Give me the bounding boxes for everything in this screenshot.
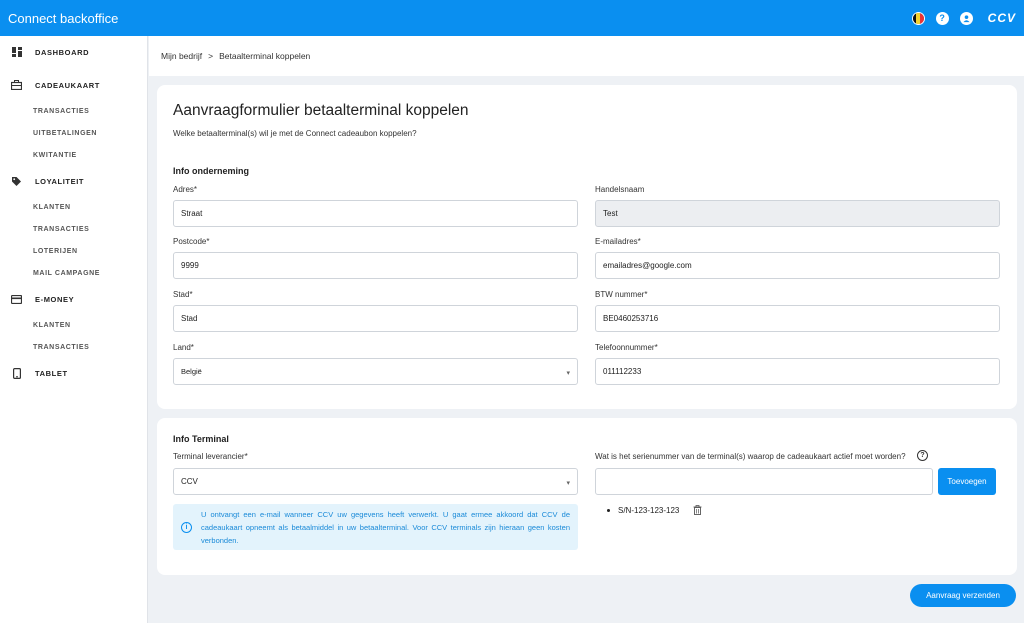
serial-label: Wat is het serienummer van de terminal(s… [595,452,906,461]
sidebar-item-label: LOYALITEIT [35,176,85,186]
page-title: Aanvraagformulier betaalterminal koppele… [173,102,469,119]
postcode-label: Postcode* [173,237,210,246]
sidebar-subitem-loyaliteit-klanten[interactable]: KLANTEN [0,196,147,218]
company-info-card: Aanvraagformulier betaalterminal koppele… [157,85,1017,409]
postcode-field[interactable]: 9999 [173,252,578,279]
sidebar-subitem-emoney-transacties[interactable]: TRANSACTIES [0,336,147,358]
breadcrumb-parent[interactable]: Mijn bedrijf [161,51,202,61]
stad-label: Stad* [173,290,193,299]
adres-label: Adres* [173,185,198,194]
handelsnaam-label: Handelsnaam [595,185,645,194]
help-icon[interactable]: ? [935,11,949,25]
sidebar-subitem-mail-campagne[interactable]: MAIL CAMPAGNE [0,262,147,284]
sidebar-item-label: E-MONEY [35,294,75,304]
serial-list-item: S/N-123-123-123 [607,505,702,515]
belgium-flag-icon[interactable] [911,11,925,25]
sidebar-subitem-loterijen[interactable]: LOTERIJEN [0,240,147,262]
land-select[interactable]: België ▾ [173,358,578,385]
email-label: E-mailadres* [595,237,641,246]
terminal-section-title: Info Terminal [173,434,229,444]
sidebar-subitem-uitbetalingen[interactable]: UITBETALINGEN [0,122,147,144]
tag-icon [11,176,22,187]
chevron-down-icon: ▾ [566,480,570,487]
stad-field[interactable]: Stad [173,305,578,332]
serial-input[interactable] [595,468,933,495]
breadcrumb: Mijn bedrijf > Betaalterminal koppelen [149,36,1024,76]
sidebar-item-cadeaukaart[interactable]: CADEAUKAART [0,70,147,100]
info-icon: i [181,521,192,533]
sidebar-item-label: DASHBOARD [35,47,90,57]
giftcard-icon [11,80,22,91]
sidebar-item-e-money[interactable]: E-MONEY [0,284,147,314]
telefoon-label: Telefoonnummer* [595,343,658,352]
help-icon[interactable]: ? [917,450,928,461]
sidebar-subitem-loyaliteit-transacties[interactable]: TRANSACTIES [0,218,147,240]
supplier-select-value: CCV [181,477,198,486]
info-message: i U ontvangt een e-mail wanneer CCV uw g… [173,504,578,550]
supplier-label: Terminal leverancier* [173,452,248,461]
app-title[interactable]: Connect backoffice [8,11,118,26]
info-message-text: U ontvangt een e-mail wanneer CCV uw geg… [201,509,570,545]
dashboard-icon [11,47,22,58]
card-icon [11,294,22,305]
btw-label: BTW nummer* [595,290,648,299]
breadcrumb-current: Betaalterminal koppelen [219,51,311,61]
submit-request-button[interactable]: Aanvraag verzenden [910,584,1016,607]
sidebar-subitem-cadeaukaart-transacties[interactable]: TRANSACTIES [0,100,147,122]
sidebar: DASHBOARD CADEAUKAART TRANSACTIES UITBET… [0,36,148,623]
land-select-value: België [181,367,202,376]
telefoon-field[interactable]: 011112233 [595,358,1000,385]
land-label: Land* [173,343,194,352]
sidebar-subitem-kwitantie[interactable]: KWITANTIE [0,144,147,166]
sidebar-item-label: CADEAUKAART [35,80,100,90]
sidebar-subitem-emoney-klanten[interactable]: KLANTEN [0,314,147,336]
add-serial-button[interactable]: Toevoegen [938,468,996,495]
brand-logo[interactable]: CCV [988,11,1016,25]
sidebar-item-loyaliteit[interactable]: LOYALITEIT [0,166,147,196]
handelsnaam-field: Test [595,200,1000,227]
sidebar-item-label: TABLET [35,368,68,378]
btw-field[interactable]: BE0460253716 [595,305,1000,332]
sidebar-item-dashboard[interactable]: DASHBOARD [0,37,147,67]
sidebar-item-tablet[interactable]: TABLET [0,358,147,388]
serial-number-text: S/N-123-123-123 [618,505,680,515]
page-subtitle: Welke betaalterminal(s) wil je met de Co… [173,129,417,138]
top-bar: Connect backoffice ? CCV [0,0,1024,36]
chevron-down-icon: ▾ [566,370,570,377]
company-section-title: Info onderneming [173,166,249,176]
adres-field[interactable]: Straat [173,200,578,227]
breadcrumb-separator: > [208,51,214,61]
account-icon[interactable] [959,11,973,25]
terminal-info-card: Info Terminal Terminal leverancier* CCV … [157,418,1017,575]
email-field[interactable]: emailadres@google.com [595,252,1000,279]
bullet [607,508,610,512]
trash-icon[interactable] [693,505,702,515]
tablet-icon [11,367,22,379]
supplier-select[interactable]: CCV ▾ [173,468,578,495]
